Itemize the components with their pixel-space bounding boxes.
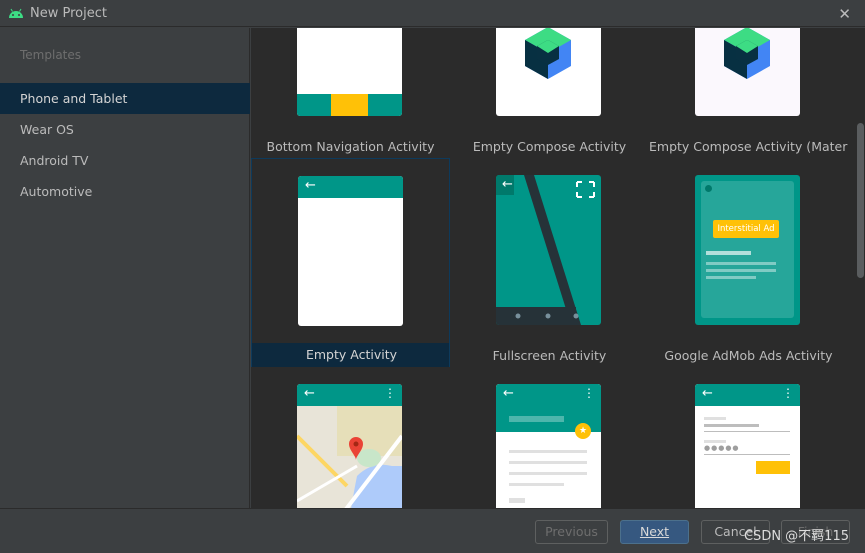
sidebar: Templates Phone and Tablet Wear OS Andro… xyxy=(0,28,250,508)
template-label: Empty Activity xyxy=(305,347,398,362)
fullscreen-preview-icon: ← xyxy=(496,175,601,325)
window-title: New Project xyxy=(30,6,107,21)
sidebar-item-wear-os[interactable]: Wear OS xyxy=(0,114,250,145)
compose-logo-icon xyxy=(496,28,601,116)
template-card-scrolling[interactable]: ← ⋮ ★ xyxy=(450,367,649,508)
sidebar-item-phone-and-tablet[interactable]: Phone and Tablet xyxy=(0,83,250,114)
compose-logo-icon xyxy=(695,28,800,116)
template-card-login[interactable]: ← ⋮ ●●●●● xyxy=(649,367,848,508)
interstitial-ad-badge: Interstitial Ad xyxy=(713,220,779,238)
back-arrow-icon: ← xyxy=(702,386,713,401)
scrolling-preview-icon: ← ⋮ ★ xyxy=(496,384,601,508)
template-label: Bottom Navigation Activity xyxy=(266,139,435,154)
android-icon xyxy=(9,8,23,18)
back-arrow-icon: ← xyxy=(502,177,513,192)
admob-preview-icon: Interstitial Ad xyxy=(695,175,800,325)
template-label: Empty Compose Activity (Material… xyxy=(649,139,848,154)
title-bar: New Project ✕ xyxy=(0,0,865,27)
empty-activity-preview-icon: ← xyxy=(298,176,403,326)
back-arrow-icon: ← xyxy=(305,178,316,193)
template-card-bottom-navigation[interactable]: Bottom Navigation Activity xyxy=(251,28,450,158)
template-label: Google AdMob Ads Activity xyxy=(664,348,833,363)
sidebar-header: Templates xyxy=(20,48,82,62)
template-card-admob[interactable]: Interstitial Ad Google AdMob Ads Activit… xyxy=(649,158,848,367)
bottom-navigation-preview-icon xyxy=(297,28,402,116)
previous-button[interactable]: Previous xyxy=(535,520,608,544)
next-button[interactable]: Next xyxy=(620,520,689,544)
vertical-scrollbar[interactable] xyxy=(856,28,865,508)
watermark: CSDN @不羁115 xyxy=(743,529,849,544)
overflow-menu-icon: ⋮ xyxy=(782,386,794,400)
template-label: Fullscreen Activity xyxy=(492,348,607,363)
google-maps-preview-icon: ← ⋮ xyxy=(297,384,402,508)
template-card-empty-compose[interactable]: Empty Compose Activity xyxy=(450,28,649,158)
template-label: Empty Compose Activity xyxy=(472,139,627,154)
template-card-empty-activity[interactable]: ← Empty Activity xyxy=(251,158,450,367)
star-icon: ★ xyxy=(575,423,591,439)
back-arrow-icon: ← xyxy=(304,386,315,401)
dialog-button-bar: Previous Next Cancel Finish CSDN @不羁115 xyxy=(0,508,865,553)
template-grid: Bottom Navigation Activity Empty Compose… xyxy=(251,28,856,508)
scrollbar-thumb[interactable] xyxy=(857,123,864,278)
template-card-empty-compose-material[interactable]: Empty Compose Activity (Material… xyxy=(649,28,848,158)
template-card-fullscreen[interactable]: ← Fullscreen Activity xyxy=(450,158,649,367)
sidebar-item-automotive[interactable]: Automotive xyxy=(0,176,250,207)
back-arrow-icon: ← xyxy=(503,386,514,401)
close-icon[interactable]: ✕ xyxy=(838,5,851,23)
overflow-menu-icon: ⋮ xyxy=(583,386,595,400)
template-card-google-maps[interactable]: ← ⋮ xyxy=(251,367,450,508)
login-preview-icon: ← ⋮ ●●●●● xyxy=(695,384,800,508)
sidebar-item-android-tv[interactable]: Android TV xyxy=(0,145,250,176)
overflow-menu-icon: ⋮ xyxy=(384,386,396,400)
